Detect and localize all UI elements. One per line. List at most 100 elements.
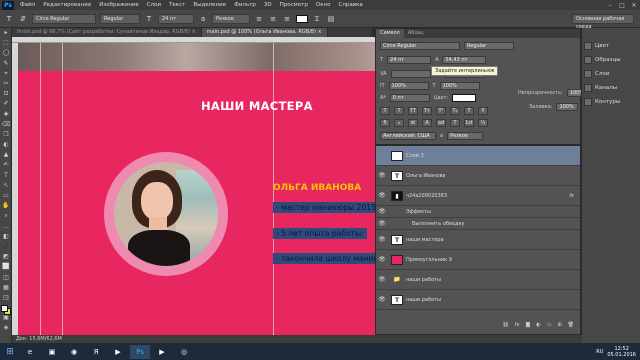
tool-button[interactable]: ✚ (0, 110, 12, 120)
visibility-eye-icon[interactable]: 👁 (376, 236, 388, 243)
tool-button[interactable]: ◐ (0, 140, 12, 150)
taskbar-explorer[interactable]: ▣ (42, 345, 62, 359)
cp-baseline[interactable]: 0 пт (389, 94, 430, 102)
character-panel-icon[interactable]: ▤ (326, 14, 336, 24)
layer-row[interactable]: 👁 T Ольга Иванова (376, 166, 580, 186)
bullet-item[interactable]: - 5 лет опыта работы; (273, 228, 367, 239)
minimize-button[interactable]: – (604, 2, 616, 9)
panel-color[interactable]: Цвет (584, 42, 609, 50)
tool-button[interactable]: ▲ (0, 150, 12, 160)
layer-name[interactable]: наши работы (406, 297, 441, 303)
panel-paths[interactable]: Контуры (584, 98, 620, 106)
layer-row[interactable]: 👁 Прямоугольник 9 (376, 250, 580, 270)
visibility-eye-icon[interactable]: 👁 (376, 296, 388, 303)
menu-file[interactable]: Файл (16, 2, 39, 8)
ot-discretionary-button[interactable]: st (408, 119, 418, 127)
cp-leading[interactable]: 54,43 пт (442, 56, 487, 64)
tool-button[interactable]: ▭ (0, 191, 12, 201)
tool-button[interactable]: ⬛ (0, 242, 12, 252)
all-caps-button[interactable]: TT (408, 107, 418, 115)
strikethrough-button[interactable]: Ŧ (478, 107, 488, 115)
cp-font-style[interactable]: Regular (464, 42, 514, 50)
menu-3d[interactable]: 3D (260, 2, 276, 8)
cp-font-family[interactable]: Circe Regular (380, 42, 460, 50)
type-tool-icon[interactable]: T (4, 14, 14, 24)
menu-layers[interactable]: Слои (143, 2, 165, 8)
taskbar-yandex[interactable]: Я (86, 345, 106, 359)
faux-bold-button[interactable]: T (380, 107, 390, 115)
menu-filter[interactable]: Фильтр (230, 2, 260, 8)
color-swatches[interactable] (1, 305, 11, 315)
panel-layers[interactable]: Слои (584, 70, 609, 78)
new-layer-icon[interactable]: ⊞ (557, 322, 561, 328)
tool-button[interactable]: ✐ (0, 99, 12, 109)
cp-horizontal-scale[interactable]: 100% (439, 82, 480, 90)
cp-color-swatch[interactable] (452, 94, 477, 102)
tool-button[interactable]: ✎ (0, 59, 12, 69)
menu-view[interactable]: Просмотр (276, 2, 312, 8)
ot-stylistic-button[interactable]: ad (436, 119, 446, 127)
fx-icon[interactable]: fx (569, 193, 574, 199)
layer-name[interactable]: наши мастера (406, 237, 444, 243)
tool-button[interactable]: ◩ (0, 252, 12, 262)
cp-vertical-scale[interactable]: 100% (388, 82, 429, 90)
ot-contextual-button[interactable]: ℴ (394, 119, 404, 127)
tool-button[interactable]: ↖ (0, 181, 12, 191)
font-style-select[interactable]: Regular (100, 13, 140, 24)
tool-button[interactable]: ◧ (0, 232, 12, 242)
tool-button[interactable]: ⌖ (0, 69, 12, 79)
visibility-eye-icon[interactable]: 👁 (376, 192, 388, 199)
ot-titling-button[interactable]: T (450, 119, 460, 127)
bullet-item[interactable]: - мастер маникюры 2015; (273, 202, 382, 213)
layer-row[interactable]: 👁 ▮ ч24a209020383 fx (376, 186, 580, 206)
start-button[interactable]: ⊞ (2, 345, 18, 359)
visibility-eye-icon[interactable]: 👁 (376, 276, 388, 283)
adjustment-icon[interactable]: ◐ (536, 322, 540, 328)
tool-button[interactable]: ◳ (0, 293, 12, 303)
taskbar-photoshop[interactable]: Ps (130, 344, 150, 359)
antialias-select[interactable]: Резкое (212, 13, 250, 24)
layer-name[interactable]: Ольга Иванова (406, 173, 445, 179)
align-left-icon[interactable]: ≡ (254, 14, 264, 24)
tool-button[interactable]: … (0, 222, 12, 232)
visibility-eye-icon[interactable]: 👁 (376, 220, 388, 227)
tool-button[interactable]: ⌫ (0, 120, 12, 130)
foreground-color-swatch[interactable] (1, 305, 8, 312)
layer-row[interactable]: 👁 T наши мастера (376, 230, 580, 250)
lang-indicator[interactable]: RU (596, 349, 603, 355)
tool-button[interactable]: ◯ (0, 48, 12, 58)
tool-button[interactable]: ✂ (0, 79, 12, 89)
layer-name[interactable]: Прямоугольник 9 (406, 257, 452, 263)
warp-text-icon[interactable]: Ꮖ (312, 14, 322, 24)
cp-kerning[interactable] (390, 70, 431, 78)
tool-button[interactable]: T (0, 171, 12, 181)
ot-ordinals-button[interactable]: 1st (464, 119, 474, 127)
taskbar-ie[interactable]: e (20, 345, 40, 359)
visibility-eye-icon[interactable]: 👁 (376, 172, 388, 179)
ot-ligatures-button[interactable]: fi (380, 119, 390, 127)
tool-button[interactable]: ⊡ (0, 89, 12, 99)
ot-fractions-button[interactable]: ½ (478, 119, 488, 127)
tab-character[interactable]: Символ (376, 29, 404, 38)
close-button[interactable]: ✕ (628, 2, 640, 9)
cp-antialias[interactable]: Резкое (447, 132, 484, 140)
tool-button[interactable]: ⌕ (0, 211, 12, 221)
add-mask-icon[interactable]: ◙ (525, 322, 530, 328)
tab-finish[interactable]: finish.psd @ 66,7% (Сайт разработки: Сун… (12, 28, 202, 37)
layer-row[interactable]: 👁 T наши работы (376, 290, 580, 310)
link-layers-icon[interactable]: ⛓ (502, 322, 508, 328)
underline-button[interactable]: T (464, 107, 474, 115)
panel-swatches[interactable]: Образцы (584, 56, 621, 64)
layer-row[interactable]: Слой 3 (376, 146, 580, 166)
tool-button[interactable]: ▦ (0, 283, 12, 293)
menu-type[interactable]: Текст (165, 2, 189, 8)
tab-paragraph[interactable]: Абзац (404, 29, 428, 38)
visibility-eye-icon[interactable]: 👁 (376, 256, 388, 263)
new-group-icon[interactable]: ▭ (547, 322, 552, 328)
text-orientation-icon[interactable]: ⇵ (18, 14, 28, 24)
align-right-icon[interactable]: ≡ (282, 14, 292, 24)
layer-effects-row[interactable]: 👁 Эффекты (376, 206, 580, 218)
tool-button[interactable]: ✋ (0, 201, 12, 211)
layer-name[interactable]: наши работы (406, 277, 441, 283)
layer-name[interactable]: Слой 3 (406, 153, 424, 159)
